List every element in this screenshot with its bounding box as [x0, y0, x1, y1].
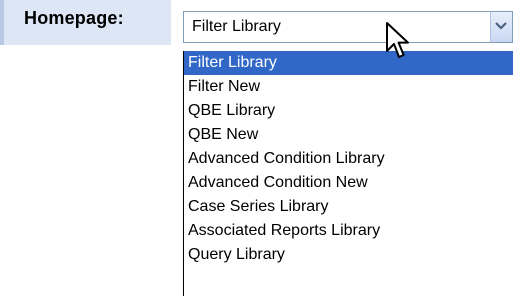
option-advanced-condition-new[interactable]: Advanced Condition New	[184, 171, 513, 195]
select-current-value: Filter Library	[192, 18, 281, 35]
homepage-label: Homepage:	[24, 8, 124, 28]
label-cell: Homepage:	[0, 0, 171, 45]
option-qbe-new[interactable]: QBE New	[184, 123, 513, 147]
homepage-options-list: Filter Library Filter New QBE Library QB…	[183, 51, 513, 296]
mouse-pointer-icon	[386, 22, 409, 58]
option-case-series-library[interactable]: Case Series Library	[184, 195, 513, 219]
homepage-setting: Homepage: Filter Library Filter Library …	[0, 0, 513, 296]
homepage-select[interactable]: Filter Library	[183, 11, 513, 43]
option-associated-reports-library[interactable]: Associated Reports Library	[184, 219, 513, 243]
option-advanced-condition-library[interactable]: Advanced Condition Library	[184, 147, 513, 171]
chevron-down-icon	[495, 22, 507, 30]
option-filter-library[interactable]: Filter Library	[184, 51, 513, 75]
option-filter-new[interactable]: Filter New	[184, 75, 513, 99]
option-qbe-library[interactable]: QBE Library	[184, 99, 513, 123]
option-query-library[interactable]: Query Library	[184, 243, 513, 267]
dropdown-arrow-button[interactable]	[490, 12, 512, 42]
